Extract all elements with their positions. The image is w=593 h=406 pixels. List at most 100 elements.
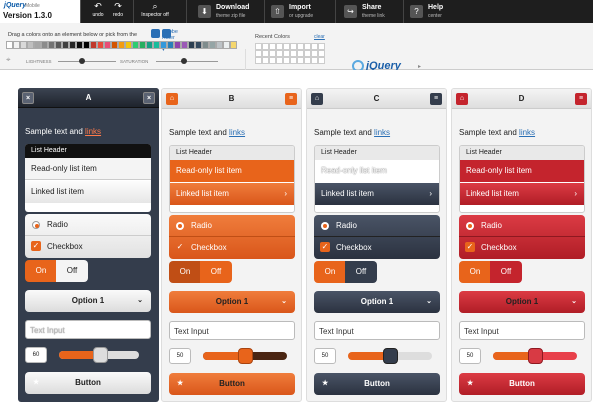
recent-color-cell[interactable] xyxy=(318,43,325,50)
select-menu[interactable]: Option 1 ⌄ xyxy=(25,290,151,312)
color-swatch[interactable] xyxy=(146,41,153,49)
radio-option[interactable]: Radio xyxy=(169,215,295,237)
color-swatch[interactable] xyxy=(202,41,209,49)
color-swatch[interactable] xyxy=(125,41,132,49)
clear-recent-link[interactable]: clear xyxy=(314,34,325,40)
slider-value-input[interactable]: 50 xyxy=(169,348,191,364)
undo-button[interactable]: ↶ undo xyxy=(88,0,108,23)
menu-icon[interactable]: ≡ xyxy=(575,93,587,105)
color-swatch[interactable] xyxy=(55,41,62,49)
recent-color-cell[interactable] xyxy=(311,57,318,64)
checkbox-option[interactable]: ✓ Checkbox xyxy=(459,237,585,259)
color-swatch[interactable] xyxy=(209,41,216,49)
flip-switch[interactable]: On Off xyxy=(25,260,88,282)
flip-switch[interactable]: On Off xyxy=(459,261,522,283)
recent-color-cell[interactable] xyxy=(269,43,276,50)
recent-color-cell[interactable] xyxy=(304,50,311,57)
recent-color-cell[interactable] xyxy=(290,50,297,57)
recent-color-cell[interactable] xyxy=(318,50,325,57)
slider-handle[interactable] xyxy=(383,348,398,364)
recent-color-cell[interactable] xyxy=(269,57,276,64)
color-swatch[interactable] xyxy=(195,41,202,49)
color-swatch[interactable] xyxy=(181,41,188,49)
kuler-link[interactable]: Adobe Kuler swatches ▾ xyxy=(151,29,185,53)
slider-handle[interactable] xyxy=(238,348,253,364)
close-icon[interactable]: × xyxy=(143,92,155,104)
collapse-arrow-icon[interactable]: ▸ xyxy=(418,63,421,70)
home-icon[interactable]: ⌂ xyxy=(311,93,323,105)
help-button[interactable]: ? Help center xyxy=(410,0,450,23)
recent-color-cell[interactable] xyxy=(262,43,269,50)
color-swatch[interactable] xyxy=(230,41,237,49)
recent-color-cell[interactable] xyxy=(304,43,311,50)
recent-color-cell[interactable] xyxy=(297,57,304,64)
sample-link[interactable]: links xyxy=(374,128,390,137)
radio-option[interactable]: Radio xyxy=(25,214,151,236)
flip-switch[interactable]: On Off xyxy=(169,261,232,283)
button[interactable]: ★ Button xyxy=(459,373,585,395)
recent-color-cell[interactable] xyxy=(269,50,276,57)
color-swatch[interactable] xyxy=(104,41,111,49)
import-button[interactable]: ⇧ Import or upgrade xyxy=(271,0,331,23)
text-input[interactable]: Text Input xyxy=(459,321,585,340)
saturation-handle[interactable] xyxy=(181,58,187,64)
color-swatch[interactable] xyxy=(174,41,181,49)
color-swatch[interactable] xyxy=(111,41,118,49)
saturation-slider[interactable] xyxy=(156,61,218,62)
recent-color-cell[interactable] xyxy=(262,50,269,57)
slider-track[interactable] xyxy=(203,348,287,364)
button[interactable]: ★ Button xyxy=(314,373,440,395)
slider-value-input[interactable]: 60 xyxy=(25,347,47,363)
color-swatch[interactable] xyxy=(27,41,34,49)
color-swatch[interactable] xyxy=(34,41,41,49)
flip-on[interactable]: On xyxy=(169,261,201,283)
home-icon[interactable]: ⌂ xyxy=(456,93,468,105)
lightness-handle[interactable] xyxy=(79,58,85,64)
color-swatch[interactable] xyxy=(188,41,195,49)
color-swatch[interactable] xyxy=(97,41,104,49)
checkbox-option[interactable]: ✓ Checkbox xyxy=(25,236,151,258)
color-swatch[interactable] xyxy=(160,41,167,49)
checkbox-option[interactable]: ✓ Checkbox xyxy=(314,237,440,259)
flip-off[interactable]: Off xyxy=(200,261,232,283)
text-input[interactable]: Text Input xyxy=(25,320,151,339)
recent-color-cell[interactable] xyxy=(311,43,318,50)
menu-icon[interactable]: ≡ xyxy=(430,93,442,105)
recent-color-cell[interactable] xyxy=(297,50,304,57)
recent-color-cell[interactable] xyxy=(283,43,290,50)
color-swatch[interactable] xyxy=(48,41,55,49)
color-swatch[interactable] xyxy=(76,41,83,49)
text-input[interactable]: Text Input xyxy=(169,321,295,340)
color-swatch[interactable] xyxy=(20,41,27,49)
flip-off[interactable]: Off xyxy=(490,261,522,283)
color-swatch[interactable] xyxy=(118,41,125,49)
linked-list-item[interactable]: Linked list item › xyxy=(170,183,294,205)
recent-color-cell[interactable] xyxy=(297,43,304,50)
checkbox-option[interactable]: ✓ Checkbox xyxy=(169,237,295,259)
inspector-button[interactable]: ⌕ Inspector off xyxy=(134,0,176,23)
color-swatch[interactable] xyxy=(139,41,146,49)
color-swatch[interactable] xyxy=(153,41,160,49)
recent-color-cell[interactable] xyxy=(318,57,325,64)
recent-color-cell[interactable] xyxy=(283,50,290,57)
color-swatch[interactable] xyxy=(6,41,13,49)
recent-color-cell[interactable] xyxy=(255,43,262,50)
close-icon[interactable]: × xyxy=(22,92,34,104)
slider-track[interactable] xyxy=(59,347,139,363)
button[interactable]: ★ Button xyxy=(169,373,295,395)
flip-off[interactable]: Off xyxy=(345,261,377,283)
recent-color-cell[interactable] xyxy=(276,43,283,50)
recent-color-cell[interactable] xyxy=(255,57,262,64)
color-swatch[interactable] xyxy=(90,41,97,49)
button[interactable]: ★ Button xyxy=(25,372,151,394)
recent-color-cell[interactable] xyxy=(290,57,297,64)
color-swatch[interactable] xyxy=(41,41,48,49)
color-swatch[interactable] xyxy=(216,41,223,49)
flip-on[interactable]: On xyxy=(459,261,491,283)
flip-on[interactable]: On xyxy=(25,260,57,282)
recent-color-cell[interactable] xyxy=(276,50,283,57)
slider-track[interactable] xyxy=(348,348,432,364)
select-menu[interactable]: Option 1 ⌄ xyxy=(459,291,585,313)
color-swatch[interactable] xyxy=(13,41,20,49)
recent-color-cell[interactable] xyxy=(283,57,290,64)
